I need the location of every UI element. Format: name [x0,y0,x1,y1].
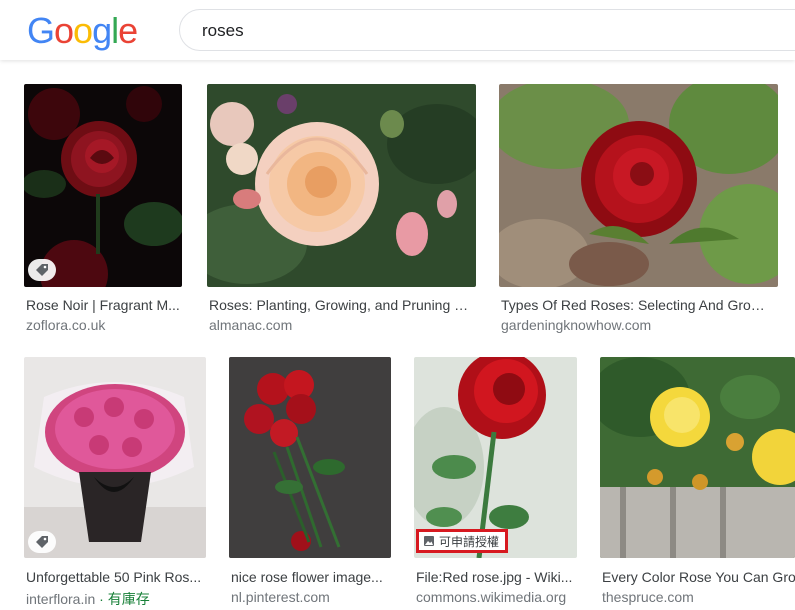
logo-letter-g1: G [27,10,55,51]
result-source[interactable]: almanac.com [209,317,292,333]
image-icon [424,536,434,546]
logo-letter-g2: g [92,10,112,51]
tag-badge [28,259,56,281]
result-source[interactable]: zoflora.co.uk [26,317,105,333]
result-card[interactable]: nice rose flower image... nl.pinterest.c… [229,357,391,607]
in-stock-label: · 有庫存 [95,591,150,607]
license-badge[interactable]: 可申請授權 [416,529,509,553]
result-source[interactable]: commons.wikimedia.org [416,589,566,605]
result-source[interactable]: interflora.in · 有庫存 [26,589,150,609]
result-caption[interactable]: Unforgettable 50 Pink Ros... [26,569,204,585]
red-rose-wikimedia-image [414,357,577,558]
tag-badge [28,531,56,553]
source-domain: interflora.in [26,591,96,607]
peach-rose-image [207,84,476,287]
result-card[interactable]: Types Of Red Roses: Selecting And Growi.… [499,84,778,334]
result-caption[interactable]: Roses: Planting, Growing, and Pruning R.… [209,297,474,313]
yellow-roses-image [600,357,795,558]
search-input[interactable] [202,18,762,44]
result-caption[interactable]: Types Of Red Roses: Selecting And Growi.… [501,297,771,313]
result-thumbnail[interactable] [600,357,795,558]
tag-icon [36,536,48,548]
result-thumbnail[interactable] [229,357,391,558]
google-logo[interactable]: Google [27,10,138,51]
result-card[interactable]: 可申請授權 File:Red rose.jpg - Wiki... common… [414,357,577,607]
license-label: 可申請授權 [439,534,500,549]
logo-letter-o2: o [73,10,93,51]
search-header: Google [0,0,795,60]
pink-roses-bouquet-image [24,357,206,558]
search-box[interactable] [179,9,795,51]
result-caption[interactable]: nice rose flower image... [231,569,389,585]
result-source[interactable]: thespruce.com [602,589,694,605]
result-card[interactable]: Roses: Planting, Growing, and Pruning R.… [207,84,476,334]
result-source[interactable]: gardeningknowhow.com [501,317,651,333]
result-card[interactable]: Rose Noir | Fragrant M... zoflora.co.uk [24,84,182,334]
result-card[interactable]: Every Color Rose You Can Grow thespruce.… [600,357,795,607]
red-roses-on-grey-image [229,357,391,558]
result-thumbnail[interactable] [24,357,206,558]
tag-icon [36,264,48,276]
result-source[interactable]: nl.pinterest.com [231,589,330,605]
result-card[interactable]: Unforgettable 50 Pink Ros... interflora.… [24,357,206,607]
result-thumbnail[interactable] [207,84,476,287]
result-thumbnail[interactable] [414,357,577,558]
logo-letter-e: e [118,10,138,51]
logo-letter-o1: o [54,10,74,51]
result-caption[interactable]: Every Color Rose You Can Grow [602,569,795,585]
result-thumbnail[interactable] [24,84,182,287]
result-caption[interactable]: File:Red rose.jpg - Wiki... [416,569,574,585]
result-thumbnail[interactable] [499,84,778,287]
rose-noir-image [24,84,182,287]
red-rose-garden-image [499,84,778,287]
result-caption[interactable]: Rose Noir | Fragrant M... [26,297,182,313]
